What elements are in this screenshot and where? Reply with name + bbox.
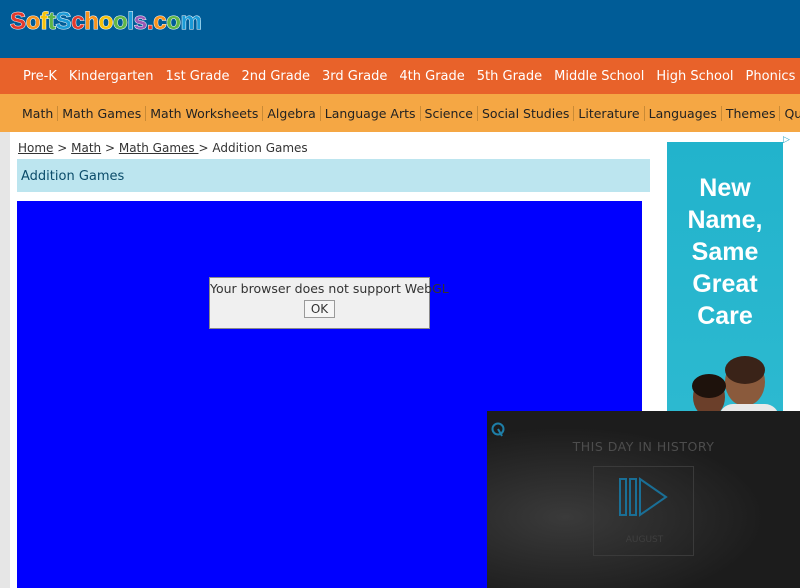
logo-letter: S xyxy=(55,8,72,36)
site-header: SoftSchools.com xyxy=(0,0,800,58)
ad-headline-line: Great xyxy=(692,270,758,298)
nav-link-kindergarten[interactable]: Kindergarten xyxy=(69,69,154,84)
subnav-link-languages[interactable]: Languages xyxy=(643,105,721,121)
subnav-link-math-games[interactable]: Math Games xyxy=(57,105,145,121)
breadcrumb-separator: > xyxy=(53,141,72,155)
logo-letter: S xyxy=(10,8,27,36)
nav-link-middle-school[interactable]: Middle School xyxy=(554,69,644,84)
logo-letter: c xyxy=(153,8,167,36)
ad-headline-line: Same xyxy=(691,238,759,266)
subnav-link-math[interactable]: Math xyxy=(0,106,57,121)
ad-banner[interactable]: New Name, Same Great Care xyxy=(667,142,783,412)
logo-letter: t xyxy=(47,8,56,36)
ad-headline-line: Name, xyxy=(687,206,763,234)
nav-link-2nd-grade[interactable]: 2nd Grade xyxy=(241,69,310,84)
secondary-nav: Math Math Games Math Worksheets Algebra Lang… xyxy=(0,94,800,132)
subnav-link-literature[interactable]: Literature xyxy=(573,105,643,121)
sidebar-ad[interactable]: New Name, Same Great Care ▷ xyxy=(660,132,800,412)
alert-message: Your browser does not support WebGL xyxy=(210,281,449,296)
nav-link-1st-grade[interactable]: 1st Grade xyxy=(166,69,230,84)
logo-letter: c xyxy=(71,8,85,36)
ad-headline: New Name, Same Great Care xyxy=(667,172,783,332)
breadcrumb: Home > Math > Math Games > Addition Game… xyxy=(18,141,308,155)
breadcrumb-separator: > xyxy=(198,141,213,155)
video-title: THIS DAY IN HISTORY xyxy=(572,439,715,454)
history-logo-icon xyxy=(491,422,505,437)
ad-photo xyxy=(692,356,778,412)
logo-letter: f xyxy=(40,8,49,36)
subnav-link-math-worksheets[interactable]: Math Worksheets xyxy=(145,105,262,121)
logo-letter: s xyxy=(133,8,147,36)
subnav-link-social-studies[interactable]: Social Studies xyxy=(477,105,573,121)
nav-link-5th-grade[interactable]: 5th Grade xyxy=(477,69,542,84)
breadcrumb-separator: > xyxy=(101,141,119,155)
ok-button[interactable]: OK xyxy=(303,300,336,318)
subnav-link-quizzes[interactable]: Quizzes xyxy=(779,105,800,121)
subnav-link-language-arts[interactable]: Language Arts xyxy=(319,105,420,121)
breadcrumb-current: Addition Games xyxy=(212,141,308,155)
breadcrumb-math-games-link[interactable]: Math Games xyxy=(119,141,199,155)
nav-link-high-school[interactable]: High School xyxy=(656,69,733,84)
nav-link-phonics[interactable]: Phonics xyxy=(746,69,796,84)
breadcrumb-math-link[interactable]: Math xyxy=(71,141,101,155)
logo-letter: o xyxy=(166,8,182,36)
site-logo[interactable]: SoftSchools.com xyxy=(10,8,203,36)
video-player[interactable]: THIS DAY IN HISTORY AUGUST xyxy=(487,411,800,588)
logo-letter: h xyxy=(84,8,100,36)
logo-letter: o xyxy=(98,8,114,36)
logo-letter: m xyxy=(180,8,202,36)
adchoices-icon[interactable]: ▷ xyxy=(781,135,792,146)
webgl-alert-dialog: Your browser does not support WebGL OK xyxy=(209,277,449,329)
subnav-link-science[interactable]: Science xyxy=(419,105,477,121)
play-icon[interactable] xyxy=(594,467,695,527)
subnav-link-themes[interactable]: Themes xyxy=(720,105,780,121)
nav-link-pre-k[interactable]: Pre-K xyxy=(23,69,57,84)
primary-nav: Pre-K Kindergarten 1st Grade 2nd Grade 3rd G… xyxy=(0,58,800,94)
logo-letter: o xyxy=(113,8,129,36)
ad-headline-line: New xyxy=(699,174,751,202)
logo-letter: o xyxy=(25,8,41,36)
video-poster: AUGUST xyxy=(593,466,694,556)
nav-link-3rd-grade[interactable]: 3rd Grade xyxy=(322,69,387,84)
subnav-link-algebra[interactable]: Algebra xyxy=(262,105,319,121)
ad-headline-line: Care xyxy=(697,302,753,330)
video-month: AUGUST xyxy=(625,535,664,545)
nav-link-4th-grade[interactable]: 4th Grade xyxy=(399,69,464,84)
page-title: Addition Games xyxy=(17,159,650,192)
breadcrumb-home-link[interactable]: Home xyxy=(18,141,53,155)
